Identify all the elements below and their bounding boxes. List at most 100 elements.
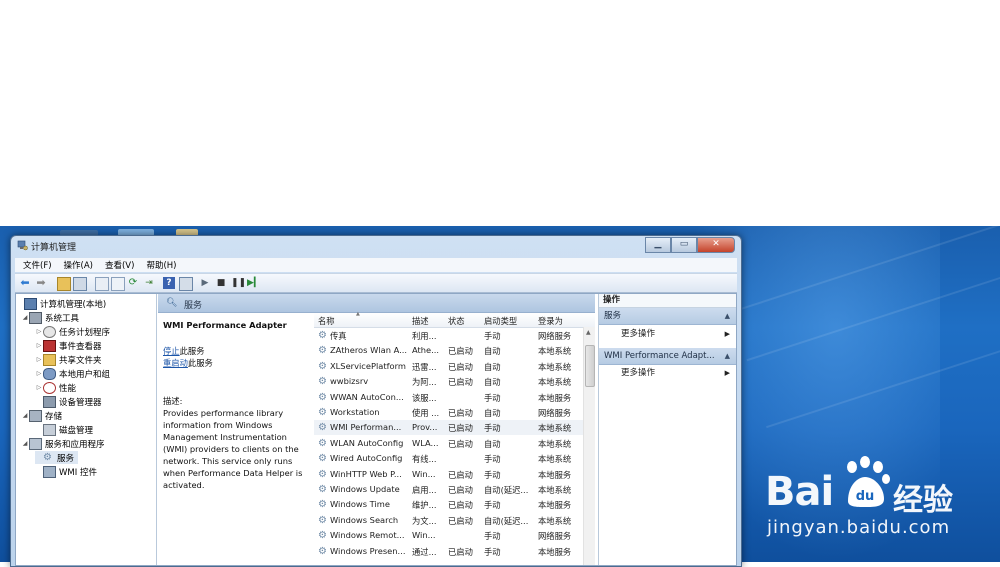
service-description-cell: 有线...	[412, 454, 437, 465]
stop-service-icon[interactable]: ■	[215, 277, 227, 289]
stop-service-link[interactable]: 停止	[163, 346, 180, 356]
collapse-icon[interactable]: ▲	[725, 348, 730, 364]
tree-item-storage[interactable]: ◢ 存储	[21, 409, 62, 422]
service-row[interactable]: ⚙ XLServicePlatform 迅雷... 已启动 自动 本地系统	[314, 359, 583, 374]
tree-item-system-tools[interactable]: ◢ 系统工具	[21, 311, 79, 324]
service-row[interactable]: ⚙ wwbizsrv 为阿... 已启动 自动 本地系统	[314, 374, 583, 389]
service-row[interactable]: ⚙ Windows Remot... Win... 手动 网络服务	[314, 528, 583, 543]
help-icon[interactable]: ?	[163, 277, 175, 289]
service-startup-cell: 手动	[484, 423, 501, 434]
service-row[interactable]: ⚙ Wired AutoConfig 有线... 手动 本地系统	[314, 451, 583, 466]
tree-item-task-scheduler[interactable]: ▷ 任务计划程序	[35, 325, 110, 338]
service-status-cell: 已启动	[448, 469, 473, 480]
restart-service-icon[interactable]: ▶▎	[247, 277, 261, 289]
tree-expander[interactable]: ▷	[35, 342, 43, 349]
tree-expander[interactable]: ◢	[21, 314, 29, 321]
tree-item-label: 任务计划程序	[59, 327, 111, 338]
tree-item-wmi-control[interactable]: WMI 控件	[35, 465, 97, 478]
close-button[interactable]: ✕	[697, 237, 735, 253]
actions-section-selected-service[interactable]: WMI Performance Adapt... ▲	[599, 348, 736, 365]
tree-expander[interactable]: ▷	[35, 384, 43, 391]
service-logon-cell: 本地系统	[538, 346, 572, 357]
menu-action[interactable]: 操作(A)	[64, 259, 93, 271]
refresh-icon[interactable]: ⟳	[127, 277, 139, 289]
start-service-icon[interactable]: ▶	[199, 277, 211, 289]
action-more-actions[interactable]: 更多操作 ▶	[621, 328, 730, 341]
tree-item-device-manager[interactable]: 设备管理器	[35, 395, 102, 408]
service-gear-icon: ⚙	[318, 499, 327, 511]
up-folder-icon[interactable]	[57, 277, 71, 291]
service-row[interactable]: ⚙ Windows Update 启用... 已启动 自动(延迟... 本地系统	[314, 482, 583, 497]
collapse-icon[interactable]: ▲	[725, 308, 730, 324]
service-logon-cell: 网络服务	[538, 408, 572, 418]
tree-item-shared-folders[interactable]: ▷ 共享文件夹	[35, 353, 102, 366]
submenu-arrow-icon: ▶	[724, 369, 730, 377]
column-header-startup-type[interactable]: 启动类型	[484, 315, 517, 327]
tree-item-label: 本地用户和组	[59, 369, 111, 380]
service-row[interactable]: ⚙ Workstation 使用 ... 已启动 自动 网络服务	[314, 405, 583, 420]
tree-expander[interactable]: ▷	[35, 370, 43, 377]
maximize-button[interactable]: ▭	[671, 237, 697, 253]
submenu-arrow-icon: ▶	[724, 330, 730, 338]
tree-item-services[interactable]: ⚙ 服务	[35, 451, 79, 464]
service-row[interactable]: ⚙ WinHTTP Web P... Win... 已启动 手动 本地服务	[314, 467, 583, 482]
tree-expander[interactable]: ◢	[21, 412, 29, 419]
column-header-name[interactable]: 名称	[318, 315, 335, 327]
actions-section-services[interactable]: 服务 ▲	[599, 308, 736, 325]
service-gear-icon: ⚙	[318, 545, 327, 557]
menu-view[interactable]: 查看(V)	[105, 259, 134, 271]
back-arrow-icon[interactable]: ⬅	[19, 277, 31, 289]
tree-item-label: 服务	[57, 453, 75, 464]
service-startup-cell: 自动	[484, 377, 501, 388]
menu-file[interactable]: 文件(F)	[23, 259, 52, 271]
service-row[interactable]: ⚙ ZAtheros Wlan A... Athe... 已启动 自动 本地系统	[314, 343, 583, 358]
tree-expander[interactable]: ◢	[21, 440, 29, 447]
tree-expander[interactable]: ▷	[35, 356, 43, 363]
title-bar[interactable]: 计算机管理 ▁ ▭ ✕	[11, 236, 741, 256]
tree-expander[interactable]: ▷	[35, 328, 43, 335]
service-row[interactable]: ⚙ Windows Search 为文... 已启动 自动(延迟... 本地系统	[314, 513, 583, 528]
tree-item-computer-management[interactable]: 计算机管理(本地)	[16, 297, 106, 310]
service-gear-icon: ⚙	[318, 514, 327, 526]
pause-service-icon[interactable]: ❚❚	[231, 277, 246, 289]
watermark-brand-chinese: 经验	[893, 483, 953, 518]
column-header-status[interactable]: 状态	[448, 315, 465, 327]
service-row[interactable]: ⚙ WMI Performan... Prov... 已启动 手动 本地系统	[314, 420, 583, 436]
menu-help[interactable]: 帮助(H)	[146, 259, 176, 271]
users-icon	[43, 367, 56, 380]
column-header-description[interactable]: 描述	[412, 315, 429, 327]
service-row[interactable]: ⚙ Windows Presen... 通过... 已启动 手动 本地服务	[314, 544, 583, 559]
minimize-button[interactable]: ▁	[645, 237, 671, 253]
action-more-actions[interactable]: 更多操作 ▶	[621, 367, 730, 380]
service-name-cell: Windows Presen...	[330, 545, 406, 556]
services-apps-icon	[29, 437, 42, 450]
service-row[interactable]: ⚙ WLAN AutoConfig WLA... 已启动 自动 本地系统	[314, 436, 583, 451]
vertical-scrollbar[interactable]: ▲	[583, 327, 595, 565]
tree-item-label: 磁盘管理	[59, 425, 94, 436]
service-row[interactable]: ⚙ WWAN AutoCon... 该服... 手动 本地服务	[314, 390, 583, 405]
properties-icon[interactable]	[95, 277, 109, 291]
service-row[interactable]: ⚙ 传真 利用... 手动 网络服务	[314, 328, 583, 343]
scrollbar-thumb[interactable]	[585, 345, 595, 387]
service-description-cell: Win...	[412, 530, 436, 541]
tree-item-performance[interactable]: ▷ 性能	[35, 381, 76, 394]
service-startup-cell: 手动	[484, 454, 501, 465]
scroll-up-icon[interactable]: ▲	[586, 329, 591, 336]
tree-item-event-viewer[interactable]: ▷ 事件查看器	[35, 339, 102, 352]
column-header-logon-as[interactable]: 登录为	[538, 315, 563, 327]
tree-item-local-users[interactable]: ▷ 本地用户和组	[35, 367, 110, 380]
restart-service-link[interactable]: 重启动	[163, 358, 188, 368]
tree-item-services-applications[interactable]: ◢ 服务和应用程序	[21, 437, 105, 450]
export-list-icon[interactable]	[111, 277, 125, 291]
disk-icon	[43, 423, 56, 436]
computer-management-window: 计算机管理 ▁ ▭ ✕ 文件(F) 操作(A) 查看(V) 帮助(H) ⬅ ➡ …	[10, 235, 742, 567]
forward-arrow-icon[interactable]: ➡	[35, 277, 47, 289]
service-startup-cell: 手动	[484, 331, 501, 341]
service-name-cell: Windows Time	[330, 499, 390, 510]
export-icon[interactable]: ⇥	[143, 277, 155, 289]
tree-item-disk-management[interactable]: 磁盘管理	[35, 423, 93, 436]
action-pane-icon[interactable]	[179, 277, 193, 291]
service-name-cell: Wired AutoConfig	[330, 453, 403, 464]
show-hide-tree-icon[interactable]	[73, 277, 87, 291]
service-row[interactable]: ⚙ Windows Time 维护... 已启动 手动 本地服务	[314, 497, 583, 512]
